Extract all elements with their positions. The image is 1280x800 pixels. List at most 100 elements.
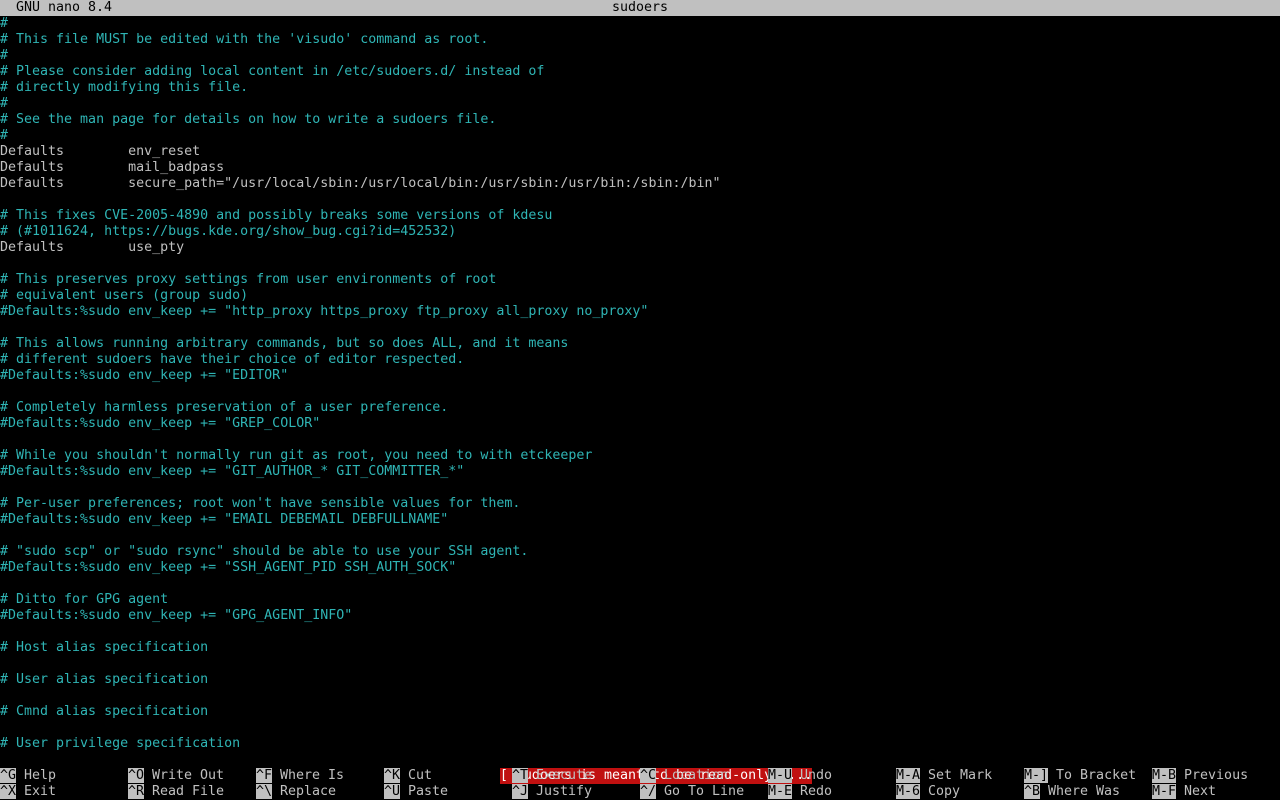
- shortcut-key: ^C: [640, 768, 657, 783]
- shortcut-label: Previous: [1184, 768, 1249, 783]
- shortcut-key: ^G: [0, 768, 17, 783]
- editor-line[interactable]: [0, 656, 1280, 672]
- file-name: sudoers: [611, 0, 669, 15]
- editor-line[interactable]: # Per-user preferences; root won't have …: [0, 496, 1280, 512]
- editor-line[interactable]: #: [0, 128, 1280, 144]
- title-bar: sudoers GNU nano 8.4: [0, 0, 1280, 16]
- editor-line[interactable]: # While you shouldn't normally run git a…: [0, 448, 1280, 464]
- shortcut-label: Help: [24, 768, 57, 783]
- editor-line[interactable]: # directly modifying this file.: [0, 80, 1280, 96]
- shortcut-label: Replace: [280, 784, 337, 799]
- terminal-window: sudoers GNU nano 8.4 # # This file MUST b…: [0, 0, 1280, 800]
- editor-line[interactable]: [0, 256, 1280, 272]
- editor-line[interactable]: # "sudo scp" or "sudo rsync" should be a…: [0, 544, 1280, 560]
- shortcut-label: Undo: [800, 768, 833, 783]
- shortcut-help[interactable]: ^G Help: [0, 768, 56, 784]
- shortcut-label: Set Mark: [928, 768, 993, 783]
- shortcut-row-1: ^G Help ^O Write Out ^F Where Is ^K Cut ^T Execut…: [0, 768, 1280, 784]
- shortcut-label: Read File: [152, 784, 225, 799]
- editor-line[interactable]: #Defaults:%sudo env_keep += "GPG_AGENT_I…: [0, 608, 1280, 624]
- editor-buffer[interactable]: # # This file MUST be edited with the 'vi…: [0, 16, 1280, 752]
- editor-line[interactable]: #Defaults:%sudo env_keep += "http_proxy …: [0, 304, 1280, 320]
- shortcut-key: ^R: [128, 784, 145, 799]
- editor-line[interactable]: #: [0, 96, 1280, 112]
- editor-line[interactable]: [0, 720, 1280, 736]
- shortcut-key: ^F: [256, 768, 273, 783]
- editor-line[interactable]: Defaults env_reset: [0, 144, 1280, 160]
- shortcut-label: Execute: [536, 768, 593, 783]
- shortcut-key: M-6: [896, 784, 921, 799]
- shortcut-where-was[interactable]: ^B Where Was: [1024, 784, 1120, 800]
- editor-line[interactable]: #: [0, 16, 1280, 32]
- shortcut-key: ^T: [512, 768, 529, 783]
- shortcut-next[interactable]: M-F Next: [1152, 784, 1216, 800]
- editor-line[interactable]: [0, 384, 1280, 400]
- editor-line[interactable]: [0, 320, 1280, 336]
- shortcut-key: ^J: [512, 784, 529, 799]
- editor-line[interactable]: # equivalent users (group sudo): [0, 288, 1280, 304]
- editor-line[interactable]: # Host alias specification: [0, 640, 1280, 656]
- shortcut-label: Location: [664, 768, 729, 783]
- editor-line[interactable]: [0, 576, 1280, 592]
- editor-line[interactable]: #Defaults:%sudo env_keep += "GIT_AUTHOR_…: [0, 464, 1280, 480]
- editor-line[interactable]: # Ditto for GPG agent: [0, 592, 1280, 608]
- editor-line[interactable]: #Defaults:%sudo env_keep += "EDITOR": [0, 368, 1280, 384]
- editor-line[interactable]: #: [0, 48, 1280, 64]
- shortcut-key: M-]: [1024, 768, 1049, 783]
- shortcut-go-to-line[interactable]: ^/ Go To Line: [640, 784, 744, 800]
- shortcut-execute[interactable]: ^T Execute: [512, 768, 592, 784]
- shortcut-exit[interactable]: ^X Exit: [0, 784, 56, 800]
- shortcut-copy[interactable]: M-6 Copy: [896, 784, 960, 800]
- editor-line[interactable]: #Defaults:%sudo env_keep += "SSH_AGENT_P…: [0, 560, 1280, 576]
- editor-line[interactable]: # This allows running arbitrary commands…: [0, 336, 1280, 352]
- editor-line[interactable]: # This preserves proxy settings from use…: [0, 272, 1280, 288]
- app-version: GNU nano 8.4: [16, 0, 113, 15]
- shortcut-justify[interactable]: ^J Justify: [512, 784, 592, 800]
- editor-line[interactable]: [0, 432, 1280, 448]
- editor-line[interactable]: [0, 528, 1280, 544]
- shortcut-key: M-U: [768, 768, 793, 783]
- editor-line[interactable]: Defaults mail_badpass: [0, 160, 1280, 176]
- shortcut-location[interactable]: ^C Location: [640, 768, 728, 784]
- shortcut-to-bracket[interactable]: M-] To Bracket: [1024, 768, 1136, 784]
- shortcut-label: Where Was: [1048, 784, 1121, 799]
- shortcut-label: Cut: [408, 768, 433, 783]
- shortcut-key: ^B: [1024, 784, 1041, 799]
- shortcut-set-mark[interactable]: M-A Set Mark: [896, 768, 992, 784]
- shortcut-read-file[interactable]: ^R Read File: [128, 784, 224, 800]
- editor-line[interactable]: # Completely harmless preservation of a …: [0, 400, 1280, 416]
- shortcut-key: ^/: [640, 784, 657, 799]
- shortcut-label: Write Out: [152, 768, 225, 783]
- editor-line[interactable]: [0, 192, 1280, 208]
- shortcut-label: Go To Line: [664, 784, 745, 799]
- shortcut-label: Redo: [800, 784, 833, 799]
- editor-line[interactable]: [0, 688, 1280, 704]
- shortcut-previous[interactable]: M-B Previous: [1152, 768, 1248, 784]
- shortcut-undo[interactable]: M-U Undo: [768, 768, 832, 784]
- shortcut-redo[interactable]: M-E Redo: [768, 784, 832, 800]
- editor-line[interactable]: # different sudoers have their choice of…: [0, 352, 1280, 368]
- editor-line[interactable]: # This file MUST be edited with the 'vis…: [0, 32, 1280, 48]
- shortcut-cut[interactable]: ^K Cut: [384, 768, 432, 784]
- editor-line[interactable]: # This fixes CVE-2005-4890 and possibly …: [0, 208, 1280, 224]
- editor-line[interactable]: # Please consider adding local content i…: [0, 64, 1280, 80]
- shortcut-replace[interactable]: ^\ Replace: [256, 784, 336, 800]
- shortcut-key: ^\: [256, 784, 273, 799]
- editor-line[interactable]: # User alias specification: [0, 672, 1280, 688]
- editor-line[interactable]: #Defaults:%sudo env_keep += "EMAIL DEBEM…: [0, 512, 1280, 528]
- editor-line[interactable]: Defaults secure_path="/usr/local/sbin:/u…: [0, 176, 1280, 192]
- editor-line[interactable]: # User privilege specification: [0, 736, 1280, 752]
- shortcut-where-is[interactable]: ^F Where Is: [256, 768, 344, 784]
- shortcut-paste[interactable]: ^U Paste: [384, 784, 448, 800]
- editor-line[interactable]: # Cmnd alias specification: [0, 704, 1280, 720]
- editor-line[interactable]: # See the man page for details on how to…: [0, 112, 1280, 128]
- editor-line[interactable]: # (#1011624, https://bugs.kde.org/show_b…: [0, 224, 1280, 240]
- editor-line[interactable]: [0, 624, 1280, 640]
- editor-line[interactable]: Defaults use_pty: [0, 240, 1280, 256]
- shortcut-key: M-E: [768, 784, 793, 799]
- shortcut-key: M-B: [1152, 768, 1177, 783]
- editor-line[interactable]: [0, 480, 1280, 496]
- shortcut-row-2: ^X Exit ^R Read File ^\ Replace ^U Paste ^J Justi…: [0, 784, 1280, 800]
- editor-line[interactable]: #Defaults:%sudo env_keep += "GREP_COLOR": [0, 416, 1280, 432]
- shortcut-write-out[interactable]: ^O Write Out: [128, 768, 224, 784]
